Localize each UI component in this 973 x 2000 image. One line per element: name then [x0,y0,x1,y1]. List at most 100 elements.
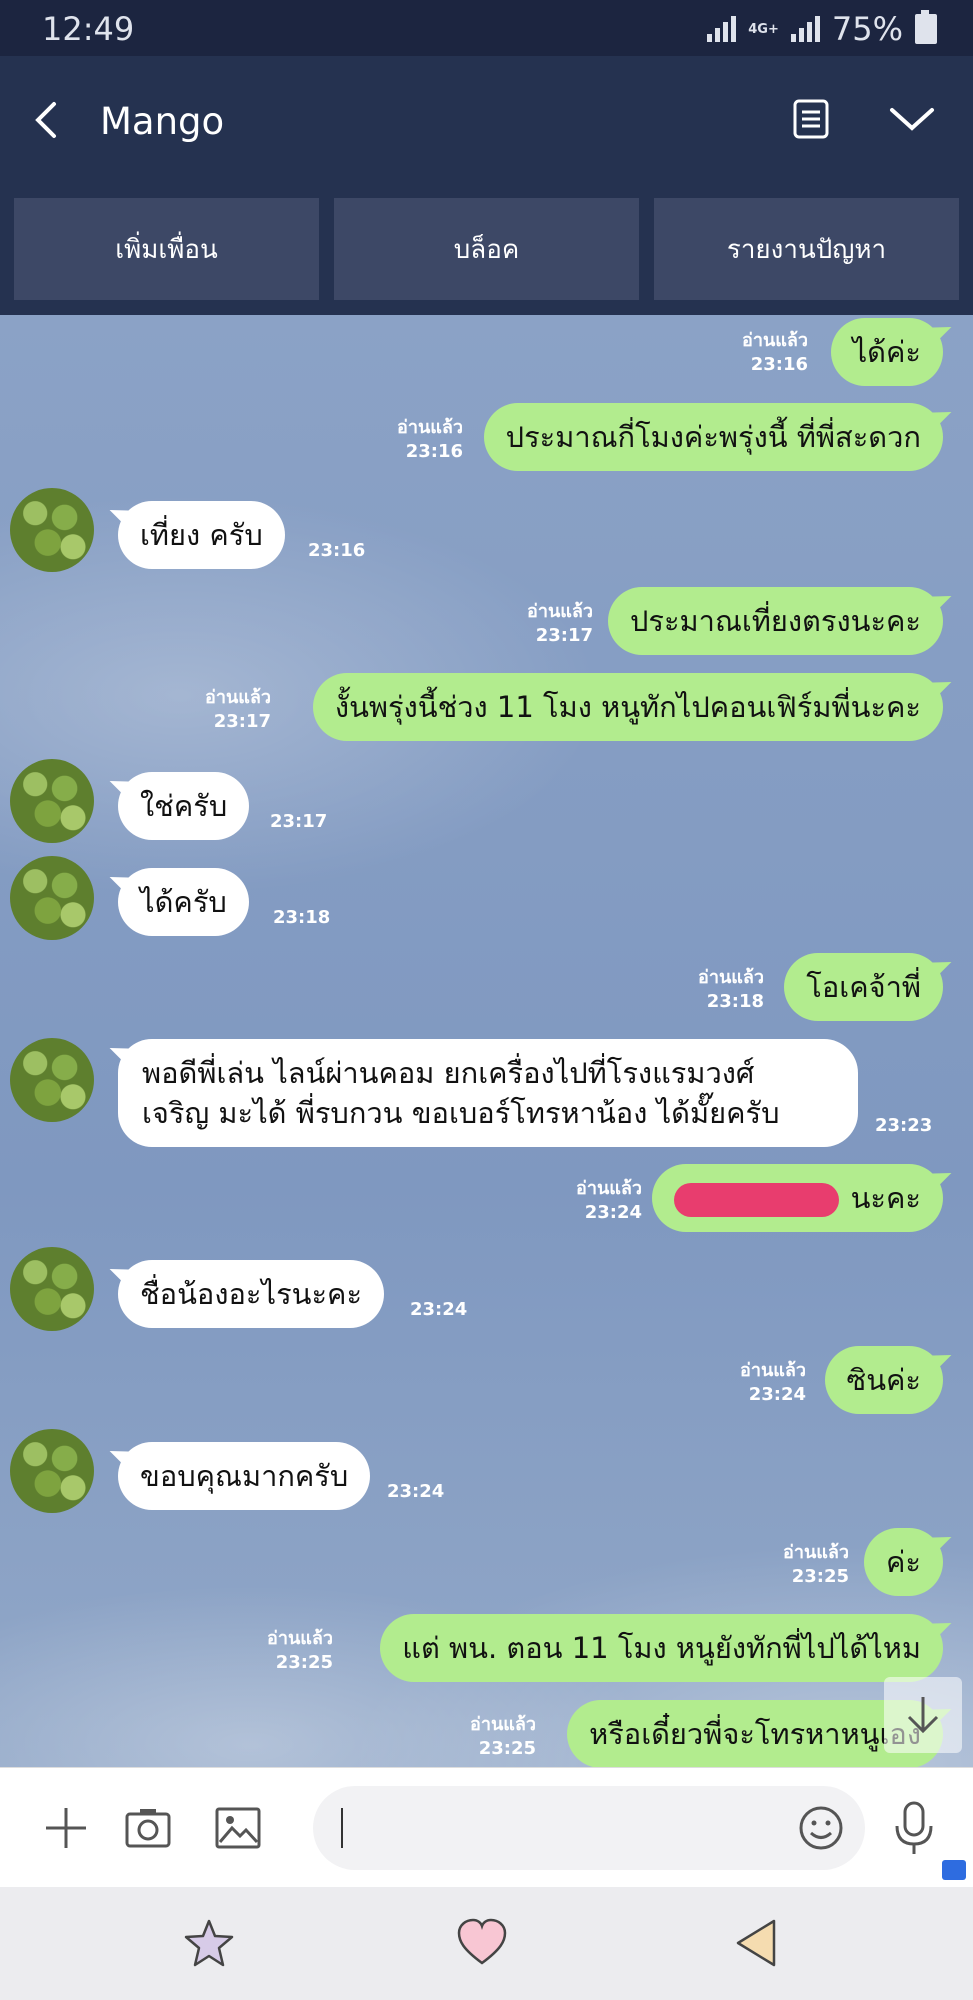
message-meta: อ่านแล้ว 23:17 [527,600,593,648]
signal-icon [707,16,737,42]
battery-percent: 75% [831,10,903,48]
message-bubble-out[interactable]: แต่ พน. ตอน 11 โมง หนูยังทักพี่ไปได้ไหม [380,1614,943,1682]
message-text: ขอบคุณมากครับ [140,1459,349,1493]
chat-area[interactable]: อ่านแล้ว 23:16 ได้ค่ะ อ่านแล้ว 23:16 ประ… [0,315,973,1767]
chat-title: Mango [100,100,225,143]
message-bubble-out[interactable]: ประมาณเที่ยงตรงนะคะ [608,587,943,655]
message-meta: อ่านแล้ว 23:17 [205,686,271,734]
arrow-down-icon [907,1697,939,1734]
message-meta: อ่านแล้ว 23:24 [576,1177,642,1225]
message-bubble-out[interactable]: ได้ค่ะ [830,318,943,386]
status-icons: 4G+ 75% [707,10,937,48]
status-time: 12:49 [42,10,135,48]
message-text: หรือเดี๋ยวพี่จะโทรหาหนูเอง [589,1717,921,1751]
read-receipt: อ่านแล้ว [470,1714,536,1735]
message-text: ชื่อน้องอะไรนะคะ [140,1277,363,1311]
message-time: 23:24 [410,1299,468,1320]
avatar[interactable] [10,1247,94,1331]
message-bubble-out[interactable]: ค่ะ [864,1528,943,1596]
message-meta: อ่านแล้ว 23:25 [470,1713,536,1761]
camera-icon[interactable] [124,1804,172,1852]
message-text-line: เจริญ มะได้ พี่รบกวน ขอเบอร์โทรหาน้อง ได… [142,1096,780,1130]
message-time: 23:24 [748,1384,806,1405]
message-bubble-in[interactable]: เที่ยง ครับ [118,501,285,569]
message-bubble-out[interactable]: ประมาณกี่โมงค่ะพรุ่งนี้ ที่พี่สะดวก [483,403,943,471]
network-label: 4G+ [748,21,779,37]
read-receipt: อ่านแล้ว [397,417,463,438]
read-receipt: อ่านแล้ว [698,967,764,988]
emoji-icon[interactable] [797,1804,845,1852]
message-time: 23:17 [535,625,593,646]
message-time: 23:17 [270,811,328,832]
message-time: 23:24 [387,1481,445,1502]
read-receipt: อ่านแล้ว [742,330,808,351]
message-text: งั้นพรุ่งนี้ช่วง 11 โมง หนูทักไปคอนเฟิร์… [334,690,921,724]
message-input[interactable] [313,1786,865,1870]
read-receipt: อ่านแล้ว [740,1360,806,1381]
message-bubble-out[interactable]: ซินค่ะ [824,1346,943,1414]
message-text: เที่ยง ครับ [140,518,263,552]
message-time: 23:17 [213,711,271,732]
message-bubble-in[interactable]: ชื่อน้องอะไรนะคะ [118,1260,385,1328]
message-text: ประมาณเที่ยงตรงนะคะ [630,604,921,638]
chat-header: Mango เพิ่มเพื่อน บล็อค รายงานปัญหา [0,56,973,315]
message-bubble-in[interactable]: พอดีพี่เล่น ไลน์ผ่านคอม ยกเครื่องไปที่โร… [118,1039,858,1147]
image-icon[interactable] [214,1804,262,1852]
redaction-mark [673,1183,839,1217]
message-bubble-out[interactable]: งั้นพรุ่งนี้ช่วง 11 โมง หนูทักไปคอนเฟิร์… [312,673,943,741]
message-text: ใช่ครับ [140,789,228,823]
block-button[interactable]: บล็อค [334,198,639,300]
message-text-line: พอดีพี่เล่น ไลน์ผ่านคอม ยกเครื่องไปที่โร… [142,1056,755,1090]
report-button[interactable]: รายงานปัญหา [654,198,959,300]
avatar[interactable] [10,856,94,940]
triangle-back-icon[interactable] [730,1917,784,1969]
message-time: 23:25 [478,1738,536,1759]
avatar[interactable] [10,488,94,572]
text-caret [341,1808,343,1848]
back-icon[interactable] [28,100,68,140]
message-text: นะคะ [850,1181,921,1215]
read-receipt: อ่านแล้ว [267,1628,333,1649]
plus-icon[interactable] [42,1804,90,1852]
heart-icon[interactable] [455,1917,509,1969]
message-text: ได้ครับ [140,885,227,919]
message-text: แต่ พน. ตอน 11 โมง หนูยังทักพี่ไปได้ไหม [402,1631,921,1665]
add-friend-button[interactable]: เพิ่มเพื่อน [14,198,319,300]
message-input-bar [0,1767,973,1888]
message-text: ซินค่ะ [846,1363,921,1397]
message-text: ได้ค่ะ [852,335,921,369]
read-receipt: อ่านแล้ว [783,1542,849,1563]
message-meta: อ่านแล้ว 23:16 [397,416,463,464]
message-text: ค่ะ [886,1545,921,1579]
message-time: 23:18 [273,907,331,928]
star-icon[interactable] [182,1917,236,1969]
message-meta: อ่านแล้ว 23:18 [698,966,764,1014]
message-bubble-in[interactable]: ใช่ครับ [118,772,250,840]
avatar[interactable] [10,759,94,843]
system-nav-bar [0,1887,973,2000]
message-bubble-out[interactable]: โอเคจ้าพี่ [784,953,943,1021]
message-bubble-out[interactable]: นะคะ [651,1164,943,1232]
signal-icon-2 [790,16,820,42]
message-time: 23:25 [275,1652,333,1673]
message-text: โอเคจ้าพี่ [806,970,921,1004]
read-receipt: อ่านแล้ว [576,1178,642,1199]
message-time: 23:23 [875,1115,933,1136]
message-meta: อ่านแล้ว 23:25 [267,1627,333,1675]
message-bubble-in[interactable]: ขอบคุณมากครับ [118,1442,371,1510]
avatar[interactable] [10,1429,94,1513]
scroll-to-bottom-button[interactable] [884,1677,962,1753]
message-meta: อ่านแล้ว 23:25 [783,1541,849,1589]
mic-icon[interactable] [892,1800,936,1856]
message-bubble-in[interactable]: ได้ครับ [118,868,249,936]
avatar[interactable] [10,1038,94,1122]
chevron-down-icon[interactable] [888,104,936,134]
read-receipt: อ่านแล้ว [527,601,593,622]
message-time: 23:25 [791,1566,849,1587]
message-text: ประมาณกี่โมงค่ะพรุ่งนี้ ที่พี่สะดวก [505,420,921,454]
notes-icon[interactable] [792,98,830,140]
message-time: 23:24 [584,1202,642,1223]
message-time: 23:16 [405,441,463,462]
read-receipt: อ่านแล้ว [205,687,271,708]
status-bar: 12:49 4G+ 75% [0,0,973,56]
